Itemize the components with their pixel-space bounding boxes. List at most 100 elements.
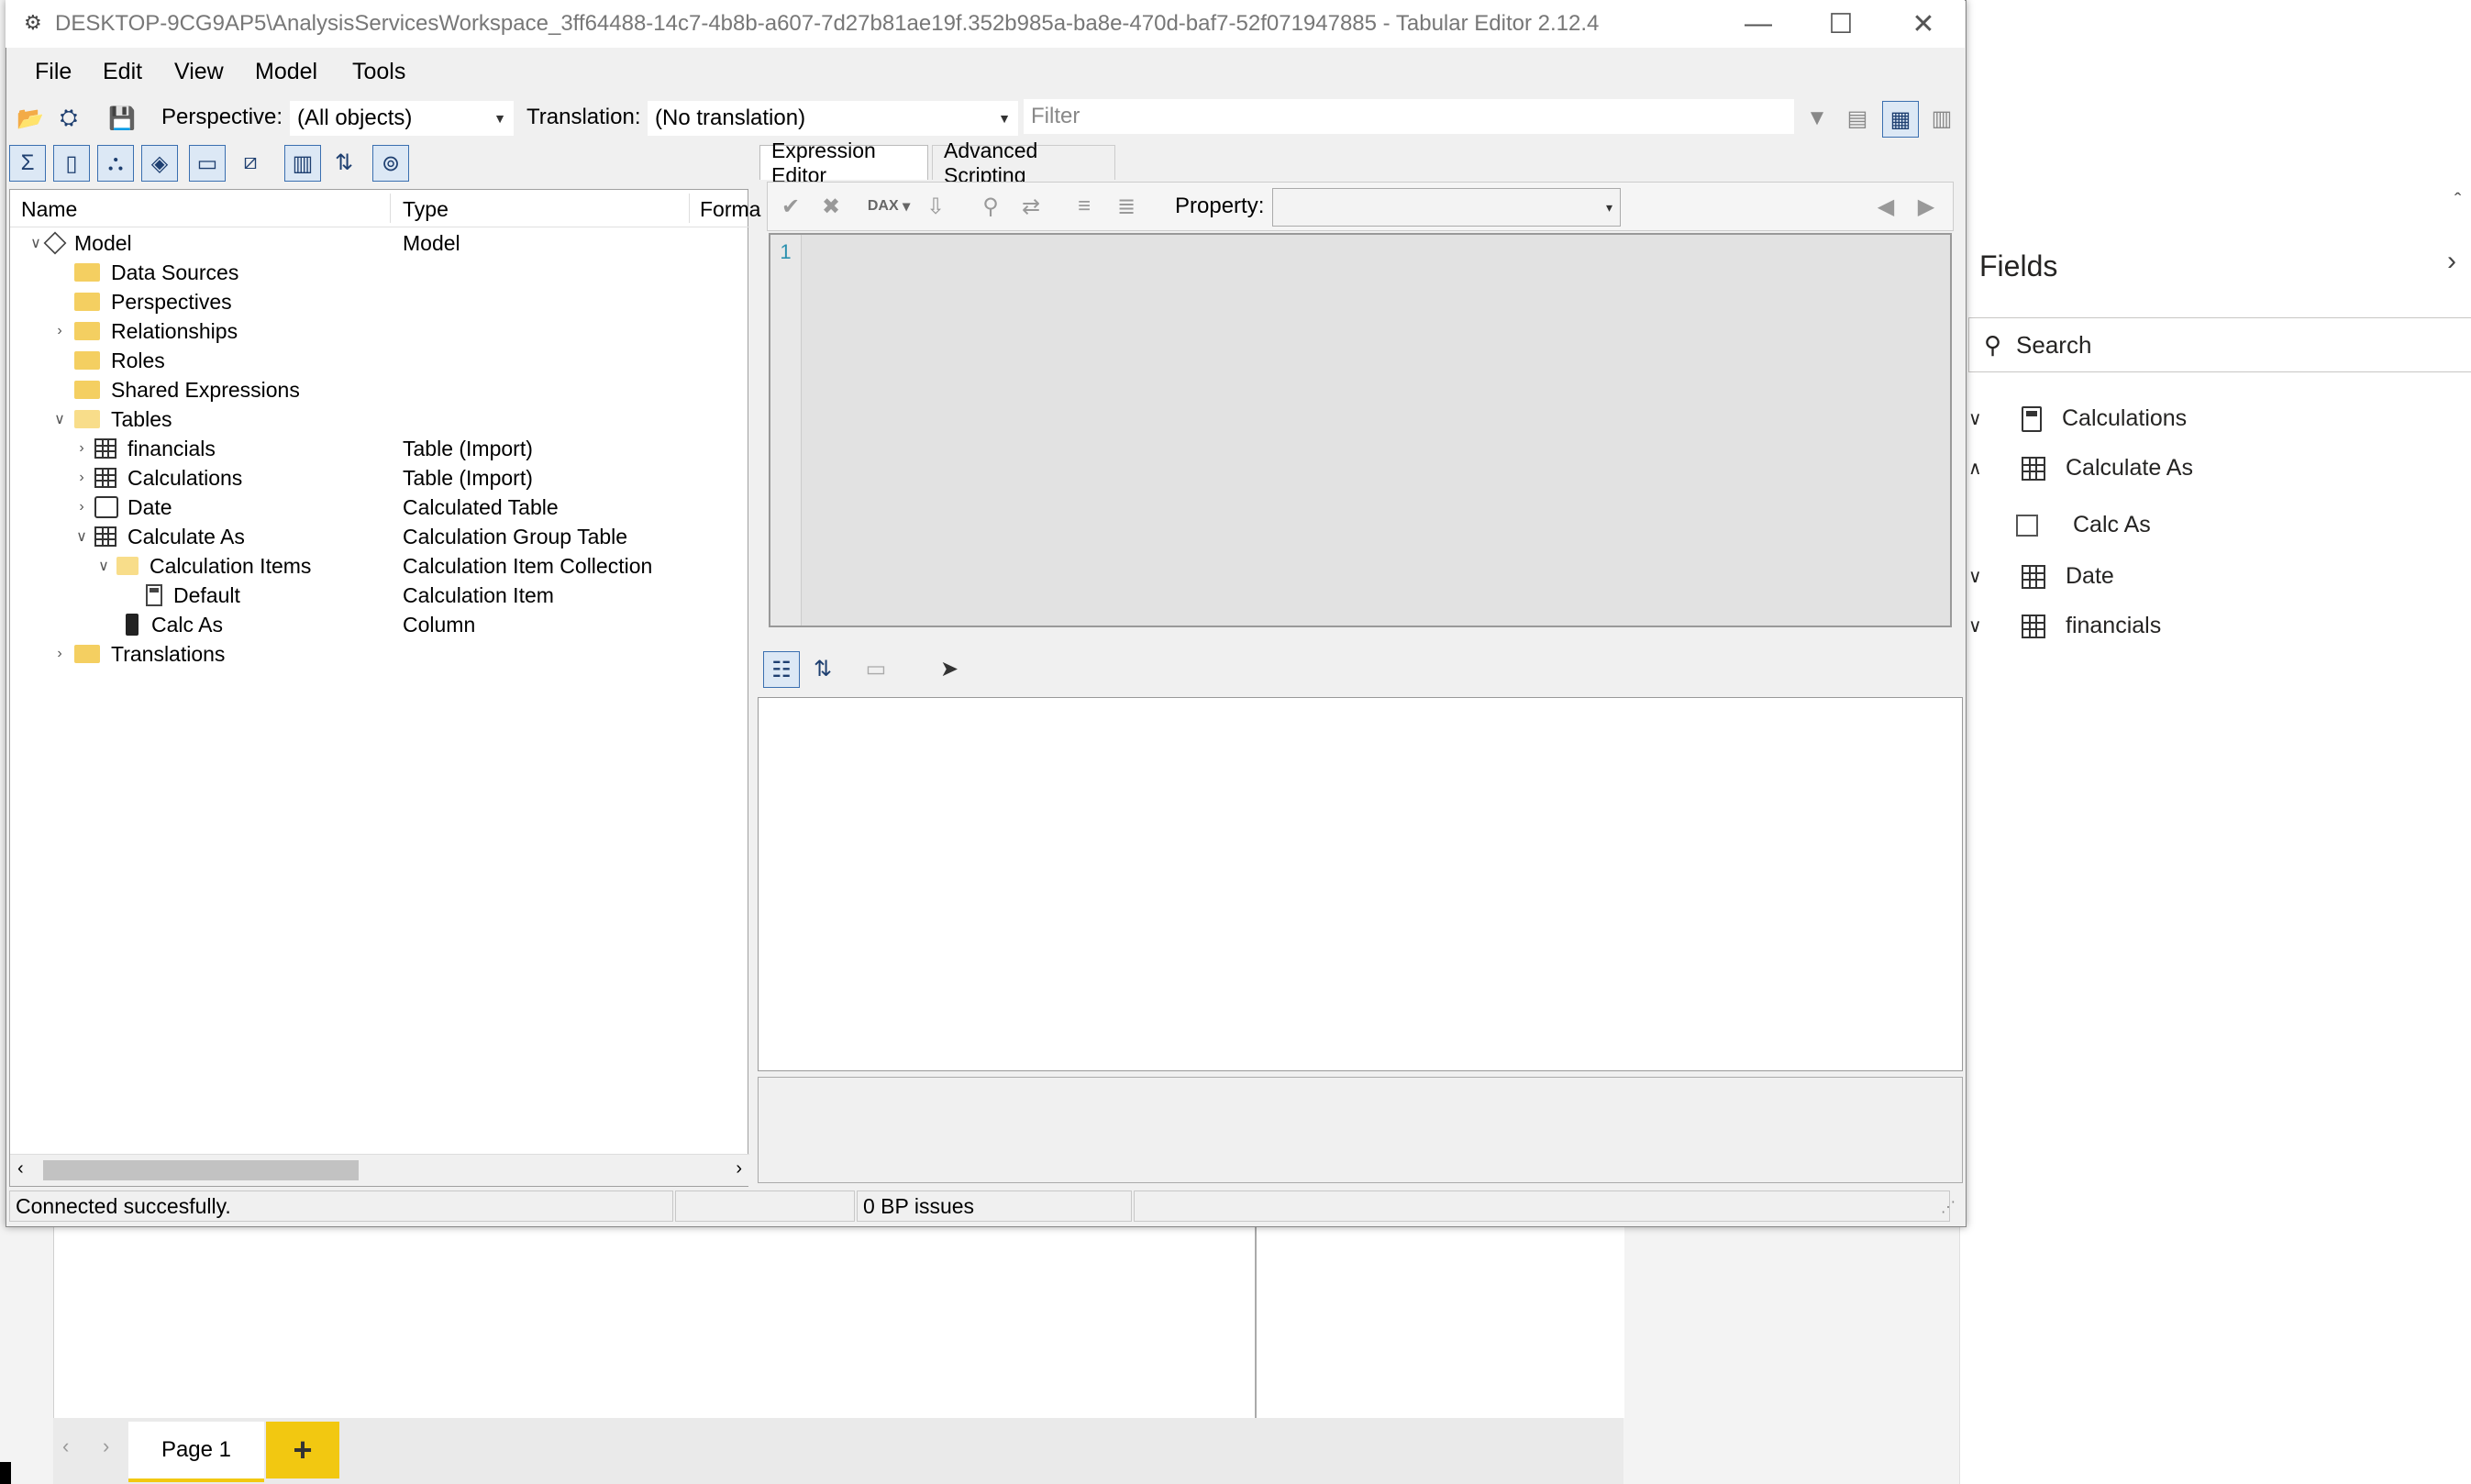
field-table-calculate-as[interactable]: ∧ Calculate As: [1968, 455, 2193, 482]
field-table-calculations[interactable]: ∨ Calculations: [1968, 405, 2187, 432]
field-column-calc-as[interactable]: Calc As: [2016, 512, 2151, 538]
tab-expression-editor[interactable]: Expression Editor: [759, 138, 928, 187]
comment-icon[interactable]: ≡: [1067, 189, 1102, 224]
layout-icon[interactable]: ▤: [1840, 101, 1875, 136]
deploy-icon[interactable]: ⛭: [51, 101, 86, 136]
tree-row-calculate-as[interactable]: ∨ Calculate As: [72, 522, 245, 551]
alphabetical-icon[interactable]: ⇅: [805, 651, 840, 686]
tree-row-calculations[interactable]: › Calculations: [72, 463, 242, 493]
tree-row-model[interactable]: ∨ Model: [27, 228, 132, 258]
scroll-left-icon[interactable]: ‹: [17, 1158, 24, 1179]
tree-row-shared-expressions[interactable]: Shared Expressions: [74, 375, 300, 404]
maximize-button[interactable]: ☐: [1800, 0, 1882, 48]
meta-icon[interactable]: ⊚: [372, 145, 409, 182]
property-select[interactable]: ▾: [1272, 188, 1621, 227]
expand-icon[interactable]: ›: [50, 646, 69, 662]
sigma-icon[interactable]: Σ: [9, 145, 46, 182]
save-icon[interactable]: 💾: [105, 101, 139, 136]
tree-row-perspectives[interactable]: Perspectives: [74, 287, 232, 316]
find-icon[interactable]: ⚲: [973, 189, 1008, 224]
col-header-type[interactable]: Type: [403, 197, 449, 222]
menu-model[interactable]: Model: [255, 59, 317, 85]
checkbox[interactable]: [2016, 514, 2038, 537]
folder-view-icon[interactable]: ▭: [189, 145, 226, 182]
categorized-icon[interactable]: ☷: [763, 651, 800, 688]
chevron-right-icon[interactable]: ›: [2447, 246, 2456, 277]
scroll-thumb[interactable]: [43, 1160, 359, 1180]
expression-editor[interactable]: 1: [769, 233, 1952, 627]
column-icon[interactable]: ▯: [53, 145, 90, 182]
resize-grip-icon[interactable]: ⋰: [1941, 1198, 1956, 1216]
scroll-right-icon[interactable]: ›: [736, 1158, 742, 1179]
partition-icon[interactable]: ◈: [141, 145, 178, 182]
columns-toggle-icon[interactable]: ▥: [284, 145, 321, 182]
dax-format-icon[interactable]: DAX ▾: [863, 189, 914, 224]
menu-view[interactable]: View: [174, 59, 224, 85]
prev-page-icon[interactable]: ‹: [62, 1434, 69, 1458]
close-button[interactable]: ✕: [1882, 0, 1965, 48]
minimize-button[interactable]: —: [1717, 0, 1800, 48]
tab-advanced-scripting[interactable]: Advanced Scripting: [932, 138, 1115, 187]
expand-icon[interactable]: ›: [72, 470, 91, 486]
tree-row-tables[interactable]: ∨ Tables: [50, 404, 172, 434]
collapse-icon[interactable]: ∨: [94, 557, 113, 575]
tree-row-data-sources[interactable]: Data Sources: [74, 258, 238, 287]
collapse-icon[interactable]: ∨: [50, 410, 69, 428]
tree-item-type: Calculation Item Collection: [403, 553, 653, 578]
perspective-select[interactable]: (All objects) ▼: [290, 101, 514, 136]
collapse-up-icon[interactable]: ˆ: [2454, 189, 2461, 213]
chevron-up-icon[interactable]: ∧: [1968, 457, 1996, 480]
horizontal-scrollbar[interactable]: ‹ ›: [10, 1154, 749, 1186]
collapse-icon[interactable]: ∨: [27, 234, 45, 252]
filter-input[interactable]: Filter: [1024, 99, 1794, 134]
field-table-financials[interactable]: ∨ financials: [1968, 613, 2161, 639]
expand-icon[interactable]: ›: [50, 323, 69, 339]
filter-icon[interactable]: ▼: [1800, 101, 1834, 136]
chevron-down-icon[interactable]: ∨: [1968, 615, 1996, 637]
translation-select[interactable]: (No translation) ▼: [648, 101, 1018, 136]
tree-row-calculation-items[interactable]: ∨ Calculation Items: [94, 551, 311, 581]
tree-row-date[interactable]: › Date: [72, 493, 172, 522]
accept-icon[interactable]: ✔: [773, 189, 808, 224]
deps-icon[interactable]: ⇩: [918, 189, 953, 224]
chevron-down-icon[interactable]: ∨: [1968, 565, 1996, 588]
tree-row-roles[interactable]: Roles: [74, 346, 165, 375]
page-tab[interactable]: Page 1: [128, 1422, 264, 1482]
add-page-button[interactable]: +: [266, 1422, 339, 1478]
back-icon[interactable]: ◀: [1868, 189, 1903, 224]
menu-tools[interactable]: Tools: [352, 59, 405, 85]
uncomment-icon[interactable]: ≣: [1109, 189, 1144, 224]
field-table-date[interactable]: ∨ Date: [1968, 563, 2114, 590]
tree-row-financials[interactable]: › financials: [72, 434, 216, 463]
model-tree[interactable]: Name Type Forma ∨ Model Model Data Sourc…: [9, 189, 760, 1187]
col-header-name[interactable]: Name: [21, 197, 77, 222]
property-pages-icon[interactable]: ▭: [859, 651, 893, 686]
expand-icon[interactable]: ›: [72, 440, 91, 457]
calculation-item-icon: [146, 584, 162, 606]
col-header-format[interactable]: Forma: [700, 197, 760, 222]
hierarchy-icon[interactable]: ⛬: [97, 145, 134, 182]
sort-icon[interactable]: ⇅: [327, 145, 361, 180]
property-grid[interactable]: [758, 697, 1963, 1071]
report-canvas[interactable]: [53, 1225, 1624, 1418]
hidden-icon[interactable]: ⧄: [233, 145, 268, 180]
status-bp-issues[interactable]: 0 BP issues: [857, 1191, 1132, 1222]
tree-row-calc-as[interactable]: Calc As: [126, 610, 223, 639]
tree-item-label: Shared Expressions: [111, 377, 300, 402]
open-icon[interactable]: 📂: [13, 101, 48, 136]
fields-search-input[interactable]: ⚲ Search: [1968, 317, 2471, 372]
replace-icon[interactable]: ⇄: [1014, 189, 1048, 224]
tree-row-default[interactable]: Default: [146, 581, 240, 610]
menu-edit[interactable]: Edit: [103, 59, 142, 85]
tree-row-translations[interactable]: › Translations: [50, 639, 225, 669]
tree-row-relationships[interactable]: › Relationships: [50, 316, 238, 346]
expand-icon[interactable]: ›: [72, 499, 91, 515]
menu-file[interactable]: File: [35, 59, 72, 85]
forward-icon[interactable]: ▶: [1909, 189, 1944, 224]
chevron-down-icon[interactable]: ∨: [1968, 407, 1996, 430]
layout-split-icon[interactable]: ▦: [1882, 101, 1919, 138]
next-page-icon[interactable]: ›: [103, 1434, 109, 1458]
cancel-icon[interactable]: ✖: [814, 189, 848, 224]
grid-view-icon[interactable]: ▥: [1924, 101, 1959, 136]
collapse-icon[interactable]: ∨: [72, 527, 91, 546]
